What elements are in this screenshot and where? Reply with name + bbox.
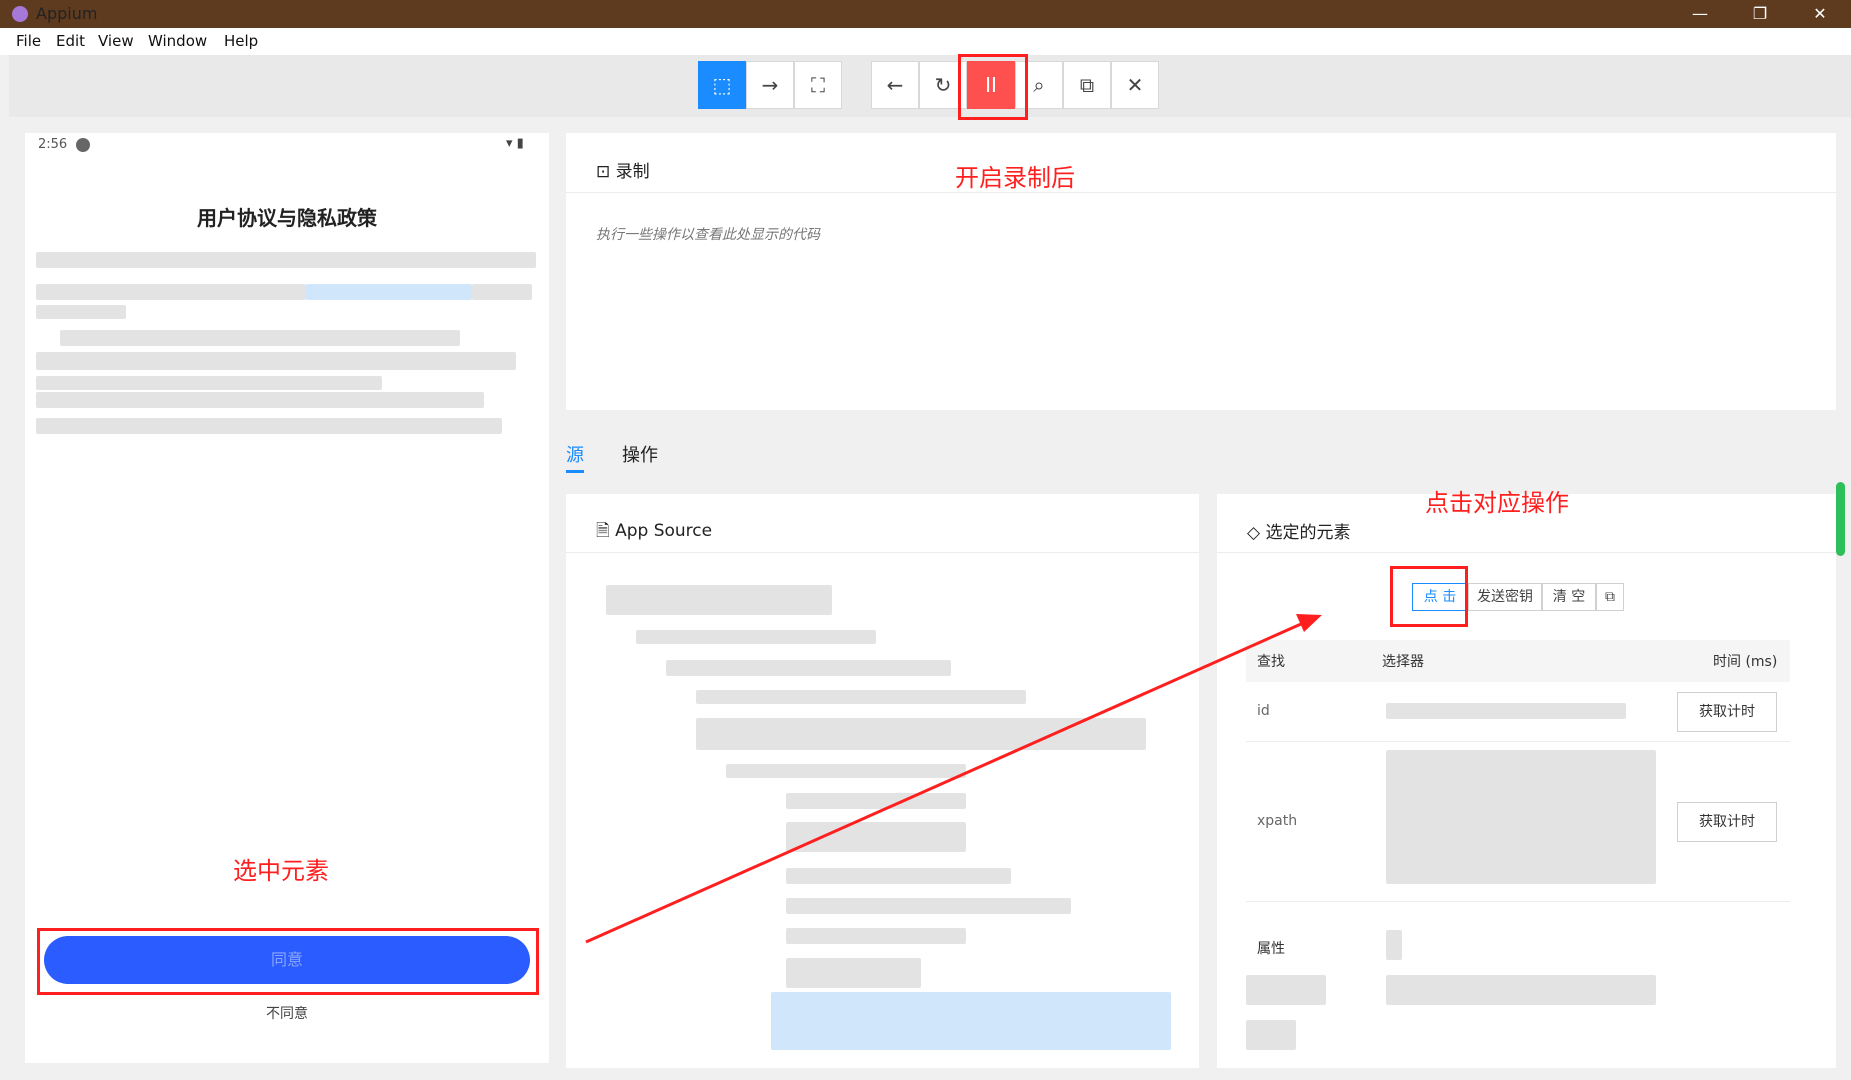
annotation-arrow [585,614,1322,944]
